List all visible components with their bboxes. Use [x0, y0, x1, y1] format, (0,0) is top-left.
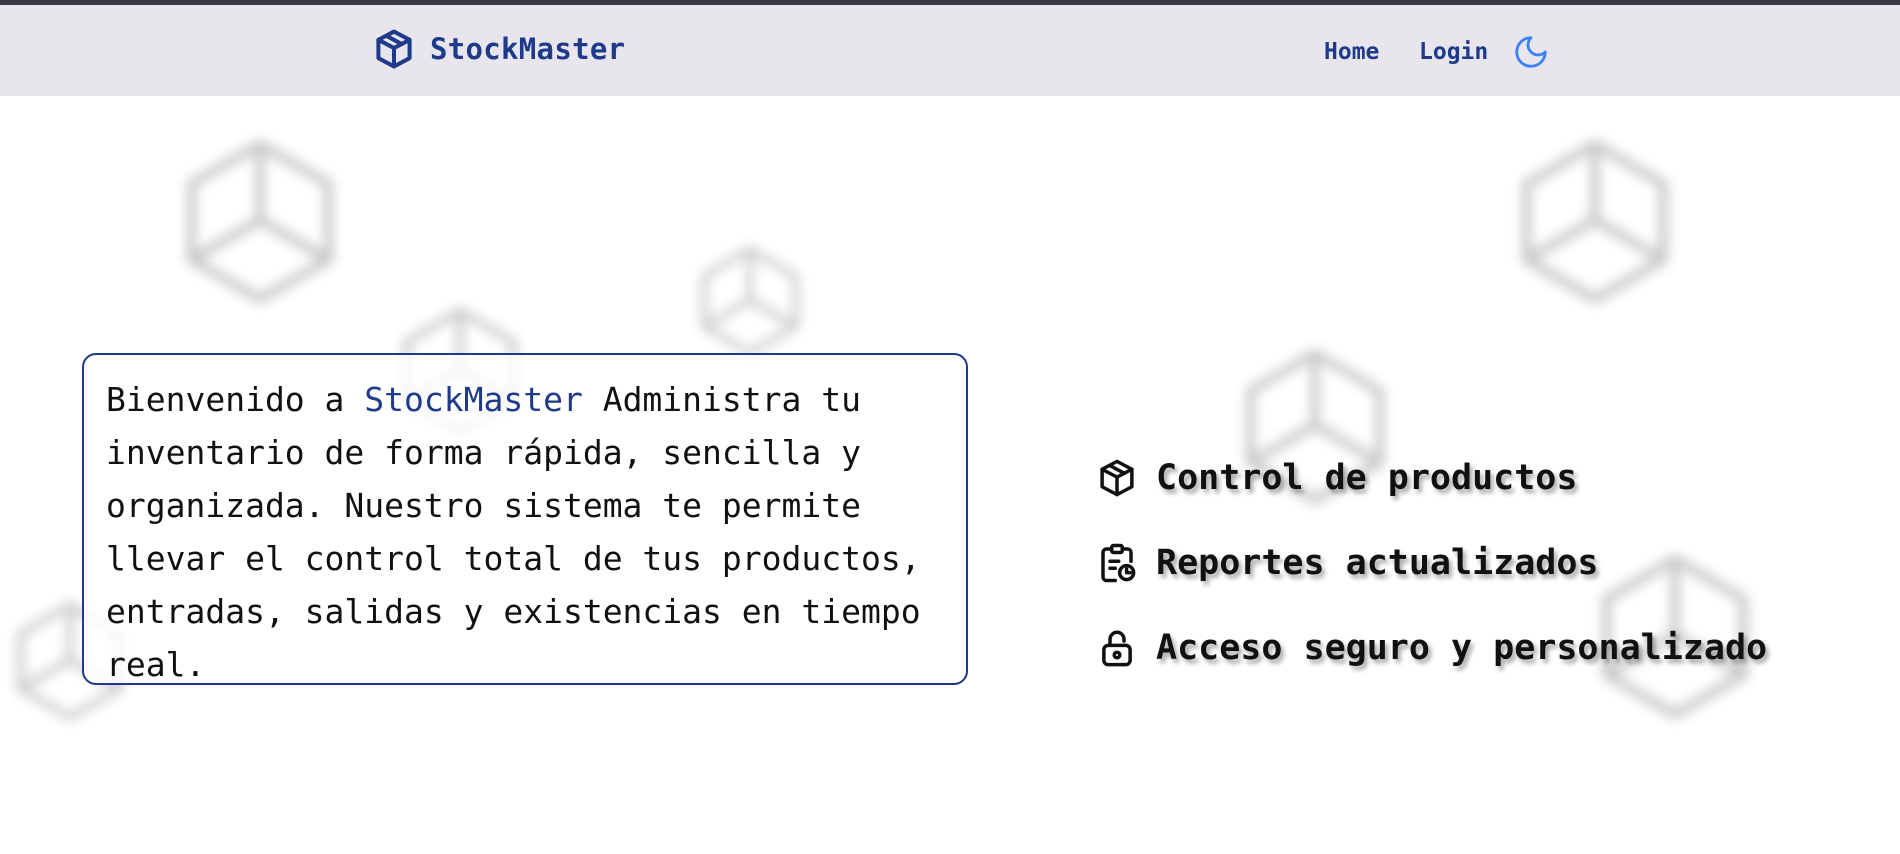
- feature-label: Acceso seguro y personalizado: [1156, 627, 1768, 668]
- box-icon: [376, 29, 412, 69]
- welcome-description: Administra tu inventario de forma rápida…: [106, 380, 921, 684]
- welcome-card: Bienvenido a StockMaster Administra tu i…: [82, 353, 968, 685]
- clipboard-report-icon: [1101, 543, 1136, 582]
- feature-list: Control de productos Reportes actualizad…: [1096, 435, 1767, 690]
- background-cube-icon: [187, 139, 333, 304]
- welcome-prefix: Bienvenido a: [106, 380, 365, 419]
- background-cube-icon: [1522, 139, 1668, 304]
- feature-item: Reportes actualizados: [1096, 520, 1767, 605]
- background-cube-icon: [701, 246, 799, 356]
- brand-name: StockMaster: [430, 32, 626, 66]
- brand-link[interactable]: StockMaster: [372, 27, 625, 71]
- feature-label: Reportes actualizados: [1156, 542, 1599, 583]
- feature-item: Control de productos: [1096, 435, 1767, 520]
- feature-label: Control de productos: [1156, 457, 1578, 498]
- nav-link-login[interactable]: Login: [1419, 39, 1488, 65]
- moon-icon[interactable]: [1512, 33, 1550, 71]
- navbar: StockMaster Home Login: [0, 5, 1900, 96]
- nav-link-home[interactable]: Home: [1324, 39, 1379, 65]
- feature-item: Acceso seguro y personalizado: [1096, 605, 1767, 690]
- lock-icon: [1102, 630, 1132, 666]
- welcome-brand: StockMaster: [364, 380, 583, 419]
- box-icon: [1100, 459, 1134, 496]
